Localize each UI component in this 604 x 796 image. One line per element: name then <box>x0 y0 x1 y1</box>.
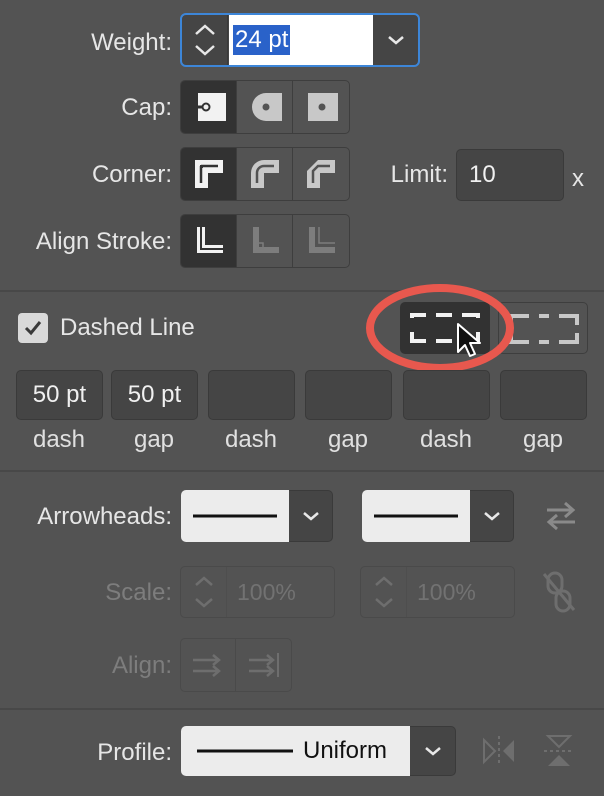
highlight-ring <box>366 284 514 372</box>
flip-along-icon[interactable] <box>481 734 517 768</box>
weight-value: 24 pt <box>233 25 291 55</box>
align-stroke-center-icon <box>196 227 223 253</box>
dashed-line-checkbox[interactable] <box>18 313 48 343</box>
arrow-align-buttons <box>180 638 292 692</box>
round-cap-button[interactable] <box>237 81 293 133</box>
gap-3-label: gap <box>522 426 564 453</box>
corner-buttons <box>180 147 350 201</box>
uniform-profile-icon <box>197 749 293 753</box>
align-label: Align: <box>111 652 172 679</box>
chevron-down-icon <box>483 512 500 521</box>
align-stroke-buttons <box>180 214 350 268</box>
miter-join-button[interactable] <box>181 148 237 200</box>
align-inside-button[interactable] <box>237 215 293 267</box>
round-cap-icon <box>251 93 282 121</box>
miter-join-icon <box>194 160 223 188</box>
start-arrowhead-dropdown[interactable] <box>289 490 333 542</box>
cap-buttons <box>180 80 350 134</box>
flip-across-icon[interactable] <box>542 733 576 769</box>
end-scale-field[interactable]: 100% <box>360 566 515 618</box>
profile-dropdown[interactable] <box>410 726 456 776</box>
profile-value: Uniform <box>303 737 388 764</box>
start-arrowhead-select[interactable] <box>181 490 289 542</box>
arrowheads-label: Arrowheads: <box>37 503 172 530</box>
dash-1-value: 50 pt <box>32 381 87 408</box>
start-scale-value: 100% <box>237 579 296 605</box>
align-center-button[interactable] <box>181 215 237 267</box>
dash-1-label: dash <box>32 426 86 453</box>
weight-stepper[interactable] <box>182 15 228 65</box>
dash-3-input[interactable] <box>403 370 490 420</box>
butt-cap-button[interactable] <box>181 81 237 133</box>
weight-dropdown-button[interactable] <box>374 15 418 65</box>
stepper-arrows-icon <box>195 567 227 617</box>
gap-2-label: gap <box>327 426 369 453</box>
arrow-tip-beyond-button[interactable] <box>181 639 237 691</box>
gap-1-label: gap <box>133 426 175 453</box>
weight-field[interactable]: 24 pt <box>180 13 420 67</box>
line-preview-icon <box>193 514 277 518</box>
start-scale-field[interactable]: 100% <box>180 566 335 618</box>
arrow-place-icon <box>248 653 279 677</box>
arrow-extend-icon <box>193 654 221 677</box>
projecting-cap-button[interactable] <box>293 81 349 133</box>
weight-label: Weight: <box>91 29 172 56</box>
bevel-join-button[interactable] <box>293 148 349 200</box>
mouse-cursor-icon <box>457 323 481 357</box>
gap-1-input[interactable]: 50 pt <box>111 370 198 420</box>
align-stroke-inside-icon <box>252 227 279 253</box>
chevron-down-icon <box>424 747 441 756</box>
profile-label: Profile: <box>97 739 172 766</box>
bevel-join-icon <box>307 160 335 188</box>
cap-label: Cap: <box>121 94 172 121</box>
chevron-down-icon <box>302 512 319 521</box>
scale-label: Scale: <box>105 579 172 606</box>
round-join-button[interactable] <box>237 148 293 200</box>
swap-arrowheads-icon[interactable] <box>543 500 579 532</box>
weight-input[interactable]: 24 pt <box>229 15 373 65</box>
dash-1-input[interactable]: 50 pt <box>16 370 103 420</box>
butt-cap-icon <box>191 93 226 121</box>
align-stroke-label: Align Stroke: <box>35 228 172 255</box>
align-outside-button[interactable] <box>293 215 349 267</box>
dashed-line-label: Dashed Line <box>60 314 195 341</box>
end-scale-value: 100% <box>417 579 476 605</box>
align-stroke-outside-icon <box>309 227 335 253</box>
checkmark-icon <box>24 321 42 336</box>
limit-label: Limit: <box>390 161 448 188</box>
gap-3-input[interactable] <box>500 370 587 420</box>
limit-unit: x <box>572 165 584 192</box>
limit-value: 10 <box>469 161 496 188</box>
stepper-arrows-icon <box>375 567 407 617</box>
corner-label: Corner: <box>91 161 172 188</box>
end-arrowhead-dropdown[interactable] <box>470 490 514 542</box>
round-join-icon <box>250 160 279 188</box>
projecting-cap-icon <box>308 93 338 121</box>
dash-2-label: dash <box>224 426 278 453</box>
gap-2-input[interactable] <box>305 370 392 420</box>
dash-3-label: dash <box>419 426 473 453</box>
arrow-tip-end-button[interactable] <box>236 639 291 691</box>
stepper-arrows-icon <box>195 24 215 56</box>
chevron-down-icon <box>388 36 404 45</box>
profile-select[interactable]: Uniform <box>181 726 410 776</box>
line-preview-icon <box>374 514 458 518</box>
link-scale-icon[interactable] <box>542 570 576 614</box>
limit-input[interactable]: 10 <box>456 149 564 201</box>
section-divider <box>0 470 604 472</box>
end-arrowhead-select[interactable] <box>362 490 470 542</box>
dash-2-input[interactable] <box>208 370 295 420</box>
gap-1-value: 50 pt <box>127 381 182 408</box>
section-divider <box>0 708 604 710</box>
